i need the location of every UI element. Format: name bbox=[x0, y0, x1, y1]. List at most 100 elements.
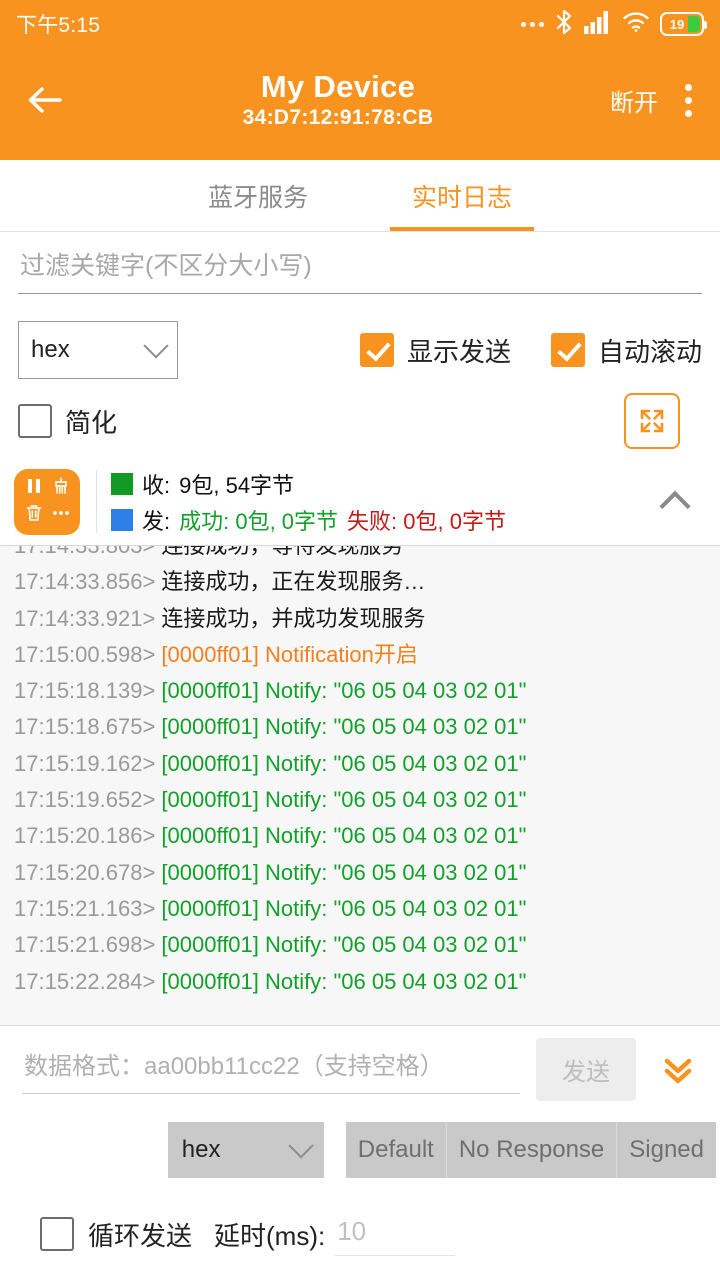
send-format-select[interactable]: hex bbox=[168, 1122, 324, 1178]
bluetooth-icon bbox=[554, 8, 574, 41]
tx-stats-line: 发: 成功: 0包, 0字节 失败: 0包, 0字节 bbox=[111, 504, 506, 536]
trash-icon bbox=[24, 503, 44, 528]
rx-prefix: 收: bbox=[142, 468, 170, 500]
write-type-no-response[interactable]: No Response bbox=[446, 1122, 616, 1178]
log-timestamp: 17:15:20.678> bbox=[14, 860, 161, 885]
log-timestamp: 17:15:21.163> bbox=[14, 896, 161, 921]
log-message: [0000ff01] Notify: "06 05 04 03 02 01" bbox=[161, 714, 526, 739]
send-data-input[interactable] bbox=[22, 1045, 520, 1094]
app-bar: My Device 34:D7:12:91:78:CB 断开 bbox=[0, 48, 720, 160]
log-controls-row-2: 简化 bbox=[0, 384, 720, 458]
log-line: 17:14:33.921> 连接成功，并成功发现服务 bbox=[14, 601, 706, 637]
log-timestamp: 17:15:18.675> bbox=[14, 714, 161, 739]
log-timestamp: 17:14:33.856> bbox=[14, 569, 161, 594]
log-lines-container: 17:14:33.803> 连接成功，等待发现服务17:14:33.856> 连… bbox=[14, 546, 706, 1000]
log-checkbox-group: 显示发送 自动滚动 bbox=[360, 332, 702, 369]
log-message: [0000ff01] Notify: "06 05 04 03 02 01" bbox=[161, 896, 526, 921]
write-type-default[interactable]: Default bbox=[346, 1122, 446, 1178]
wifi-icon bbox=[622, 11, 650, 38]
log-message: [0000ff01] Notify: "06 05 04 03 02 01" bbox=[161, 823, 526, 848]
write-type-row: hex Default No Response Signed bbox=[0, 1112, 720, 1188]
disconnect-button[interactable]: 断开 bbox=[610, 83, 658, 118]
tx-color-swatch bbox=[111, 509, 133, 531]
log-timestamp: 17:15:19.162> bbox=[14, 751, 161, 776]
log-line: 17:15:20.678> [0000ff01] Notify: "06 05 … bbox=[14, 855, 706, 891]
ble-debugger-screen: 下午5:15 bbox=[0, 0, 720, 1280]
log-timestamp: 17:15:19.652> bbox=[14, 787, 161, 812]
log-timestamp: 17:14:33.921> bbox=[14, 606, 161, 631]
rx-stats-line: 收: 9包, 54字节 bbox=[111, 468, 506, 500]
more-dots-icon bbox=[521, 22, 544, 27]
show-send-checkbox[interactable]: 显示发送 bbox=[360, 332, 511, 369]
log-message: [0000ff01] Notify: "06 05 04 03 02 01" bbox=[161, 969, 526, 994]
filter-keyword-input[interactable] bbox=[18, 246, 702, 294]
show-send-label: 显示发送 bbox=[407, 332, 511, 369]
rx-value: 9包, 54字节 bbox=[179, 468, 294, 500]
log-line: 17:15:18.675> [0000ff01] Notify: "06 05 … bbox=[14, 709, 706, 745]
chevron-down-icon bbox=[288, 1133, 313, 1158]
delay-input[interactable] bbox=[335, 1212, 455, 1256]
checkbox-box bbox=[360, 333, 394, 367]
write-type-signed[interactable]: Signed bbox=[616, 1122, 716, 1178]
log-message: 连接成功，正在发现服务… bbox=[161, 569, 425, 594]
double-chevron-down-icon[interactable] bbox=[650, 1041, 706, 1097]
write-type-segmented-control: Default No Response Signed bbox=[346, 1122, 716, 1178]
loop-send-checkbox[interactable] bbox=[40, 1217, 74, 1251]
ellipsis-icon bbox=[51, 503, 71, 528]
log-line: 17:15:00.598> [0000ff01] Notification开启 bbox=[14, 637, 706, 673]
battery-level: 19 bbox=[670, 17, 684, 32]
tx-success-value: 成功: 0包, 0字节 bbox=[179, 504, 338, 536]
signal-icon bbox=[584, 10, 612, 39]
fullscreen-expand-icon[interactable] bbox=[624, 393, 680, 449]
log-timestamp: 17:14:33.803> bbox=[14, 546, 161, 558]
log-line: 17:15:21.163> [0000ff01] Notify: "06 05 … bbox=[14, 891, 706, 927]
log-operations-button[interactable] bbox=[14, 469, 80, 535]
kebab-menu-icon[interactable] bbox=[684, 84, 692, 117]
stats-bar: 收: 9包, 54字节 发: 成功: 0包, 0字节 失败: 0包, 0字节 bbox=[0, 458, 720, 546]
tx-prefix: 发: bbox=[142, 504, 170, 536]
send-button[interactable]: 发送 bbox=[536, 1038, 636, 1101]
loop-send-label: 循环发送 bbox=[88, 1216, 192, 1253]
stats-text: 收: 9包, 54字节 发: 成功: 0包, 0字节 失败: 0包, 0字节 bbox=[111, 468, 506, 536]
auto-scroll-label: 自动滚动 bbox=[598, 332, 702, 369]
log-line: 17:15:19.162> [0000ff01] Notify: "06 05 … bbox=[14, 746, 706, 782]
log-line: 17:15:18.139> [0000ff01] Notify: "06 05 … bbox=[14, 673, 706, 709]
log-line: 17:15:20.186> [0000ff01] Notify: "06 05 … bbox=[14, 818, 706, 854]
log-message: 连接成功，等待发现服务 bbox=[161, 546, 403, 558]
log-message: [0000ff01] Notify: "06 05 04 03 02 01" bbox=[161, 932, 526, 957]
tab-bluetooth-services[interactable]: 蓝牙服务 bbox=[180, 160, 336, 231]
battery-icon: 19 bbox=[660, 12, 704, 36]
back-arrow-icon[interactable] bbox=[18, 73, 72, 127]
log-timestamp: 17:15:18.139> bbox=[14, 678, 161, 703]
rx-color-swatch bbox=[111, 473, 133, 495]
log-message: 连接成功，并成功发现服务 bbox=[161, 606, 425, 631]
log-message: [0000ff01] Notification开启 bbox=[161, 642, 417, 667]
log-timestamp: 17:15:00.598> bbox=[14, 642, 161, 667]
log-format-select[interactable]: hex bbox=[18, 321, 178, 379]
device-mac: 34:D7:12:91:78:CB bbox=[243, 104, 434, 131]
auto-scroll-checkbox[interactable]: 自动滚动 bbox=[551, 332, 702, 369]
stats-divider bbox=[96, 470, 97, 533]
log-line: 17:14:33.856> 连接成功，正在发现服务… bbox=[14, 564, 706, 600]
filter-row bbox=[0, 232, 720, 312]
tab-bar: 蓝牙服务 实时日志 bbox=[0, 160, 720, 232]
checkbox-box bbox=[18, 404, 52, 438]
log-line: 17:14:33.803> 连接成功，等待发现服务 bbox=[14, 546, 706, 564]
log-timestamp: 17:15:20.186> bbox=[14, 823, 161, 848]
tab-realtime-log[interactable]: 实时日志 bbox=[384, 160, 540, 231]
simplify-checkbox[interactable]: 简化 bbox=[18, 403, 117, 440]
status-icons: 19 bbox=[521, 8, 704, 41]
log-output-pane[interactable]: 17:14:33.803> 连接成功，等待发现服务17:14:33.856> 连… bbox=[0, 546, 720, 1026]
simplify-label: 简化 bbox=[65, 403, 117, 440]
status-bar: 下午5:15 bbox=[0, 0, 720, 48]
broom-clean-icon bbox=[51, 476, 71, 501]
chevron-up-icon[interactable] bbox=[648, 475, 702, 529]
log-format-value: hex bbox=[31, 336, 147, 364]
tx-fail-value: 失败: 0包, 0字节 bbox=[347, 504, 506, 536]
log-message: [0000ff01] Notify: "06 05 04 03 02 01" bbox=[161, 678, 526, 703]
send-format-value: hex bbox=[182, 1136, 292, 1164]
device-name: My Device bbox=[261, 69, 415, 105]
log-message: [0000ff01] Notify: "06 05 04 03 02 01" bbox=[161, 751, 526, 776]
log-line: 17:15:19.652> [0000ff01] Notify: "06 05 … bbox=[14, 782, 706, 818]
delay-label: 延时(ms): bbox=[214, 1216, 325, 1253]
